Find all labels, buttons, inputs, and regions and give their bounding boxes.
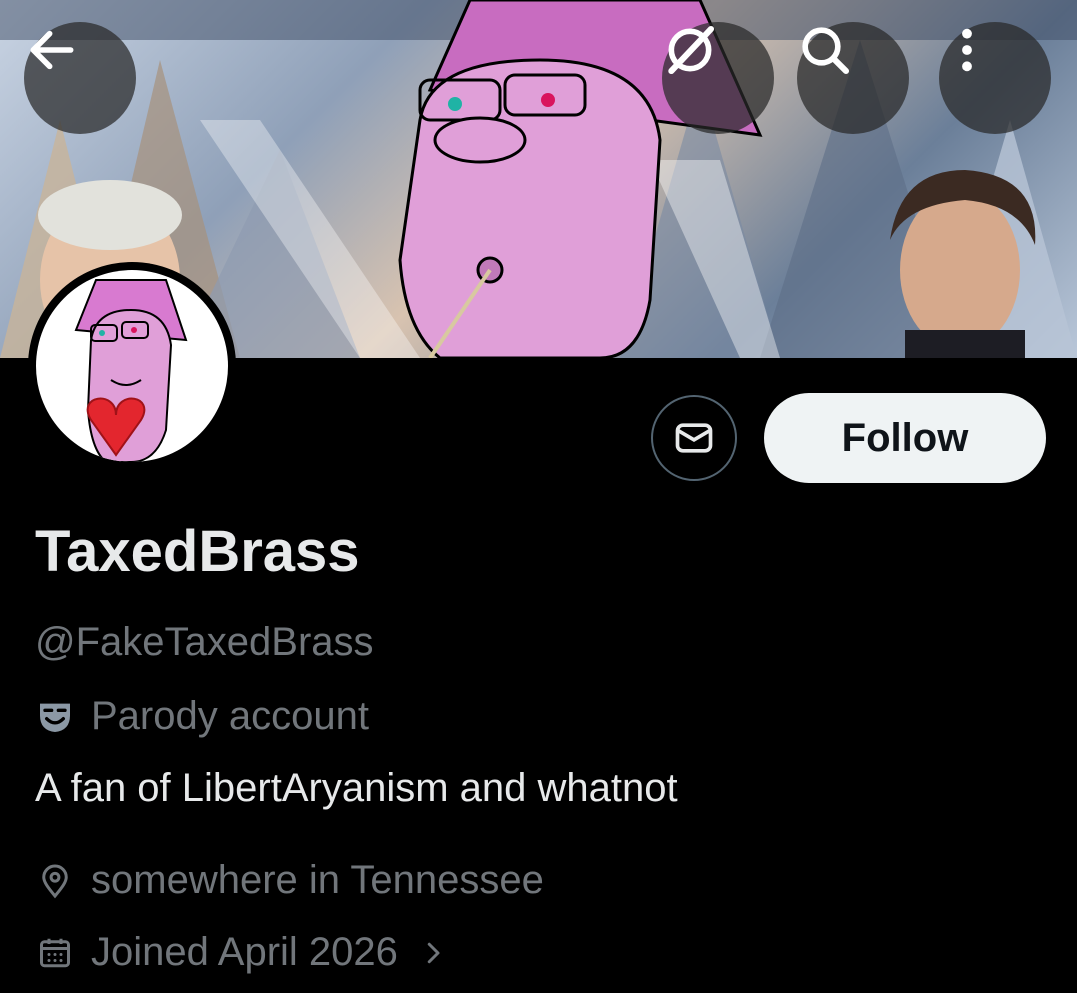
more-vertical-icon xyxy=(962,28,972,72)
handle: @FakeTaxedBrass xyxy=(35,620,374,664)
back-button[interactable] xyxy=(24,22,136,134)
follow-button[interactable]: Follow xyxy=(764,393,1046,483)
envelope-icon xyxy=(675,423,713,453)
joined-text: Joined April 2026 xyxy=(91,930,398,974)
location-text: somewhere in Tennessee xyxy=(91,858,544,902)
parody-label: Parody account xyxy=(35,694,369,739)
grok-icon xyxy=(668,25,715,75)
grok-button[interactable] xyxy=(662,22,774,134)
location-row: somewhere in Tennessee xyxy=(35,858,544,903)
message-button[interactable] xyxy=(651,395,737,481)
more-button[interactable] xyxy=(939,22,1051,134)
bio: A fan of LibertAryanism and whatnot xyxy=(35,766,678,810)
chevron-right-icon xyxy=(427,942,440,963)
joined-row[interactable]: Joined April 2026 xyxy=(35,930,448,975)
parody-text: Parody account xyxy=(91,694,369,738)
search-icon xyxy=(802,27,850,75)
theater-mask-icon xyxy=(40,703,70,732)
avatar-image xyxy=(36,270,228,462)
search-button[interactable] xyxy=(797,22,909,134)
avatar[interactable] xyxy=(28,262,236,470)
arrow-left-icon xyxy=(30,30,74,70)
display-name: TaxedBrass xyxy=(35,519,360,584)
location-pin-icon xyxy=(42,864,68,898)
calendar-icon xyxy=(40,938,70,967)
